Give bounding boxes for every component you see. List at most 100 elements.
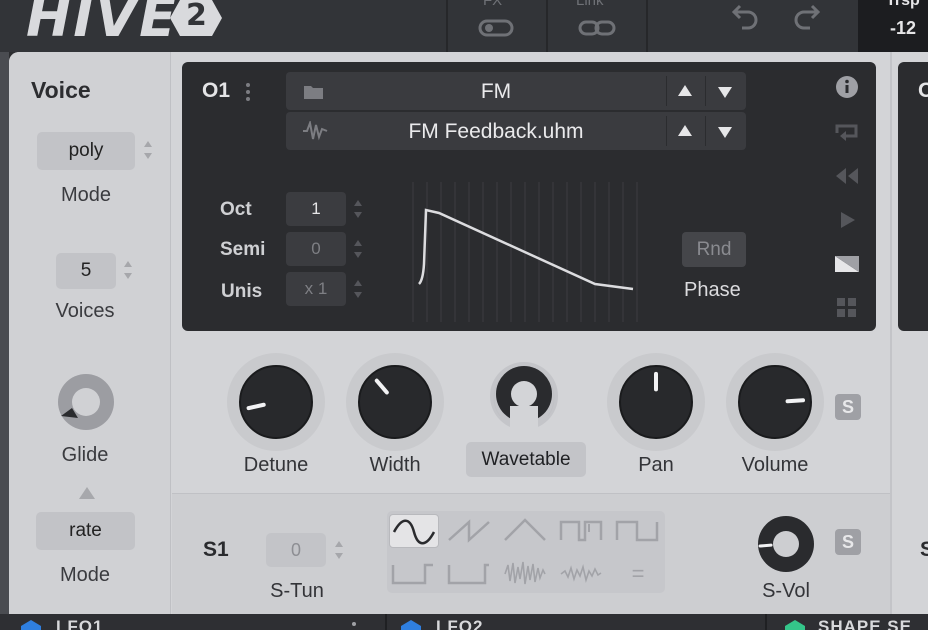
wave-sine-option[interactable] (389, 514, 439, 548)
wavetable-knob[interactable] (488, 360, 560, 432)
unison-field[interactable]: x 1 (286, 272, 346, 306)
octave-field[interactable]: 1 (286, 192, 346, 226)
glide-mode-label: Mode (59, 564, 111, 586)
lfo1-menu-icon[interactable] (350, 620, 358, 630)
fx-toggle-icon[interactable] (478, 18, 514, 38)
tab-shape-seq[interactable]: SHAPE SE (818, 617, 912, 630)
detune-label: Detune (243, 454, 309, 476)
fx-label: FX (483, 0, 503, 9)
hive-logo: HIVE (26, 0, 178, 49)
semitone-spinner-icon[interactable] (353, 238, 363, 262)
waveform-preview (412, 182, 638, 322)
knob-body (358, 365, 432, 439)
oscillator-menu-icon[interactable] (244, 82, 252, 102)
voices-count-field[interactable]: 5 (56, 253, 116, 289)
sub-tune-label: S-Tun (270, 580, 324, 602)
width-knob[interactable] (345, 352, 445, 452)
octave-spinner-icon[interactable] (353, 198, 363, 222)
wave-triangle-option[interactable] (501, 514, 551, 548)
voices-spinner-icon[interactable] (123, 259, 133, 283)
preset-prev-icon[interactable] (677, 124, 693, 138)
rewind-icon[interactable] (834, 166, 860, 186)
voice-title: Voice (31, 77, 91, 103)
wavetable-button[interactable]: Wavetable (466, 442, 586, 477)
folder-icon (304, 86, 323, 99)
category-name[interactable]: FM (326, 80, 666, 104)
wave-pulse-wide-option[interactable] (445, 557, 495, 591)
sine-wave-icon (392, 519, 436, 545)
loop-icon[interactable] (834, 121, 860, 143)
glide-expand-arrow-icon[interactable] (78, 486, 96, 500)
oscillator-solo-button[interactable]: S (835, 394, 861, 420)
divider (705, 116, 706, 146)
wave-pulse-option[interactable] (389, 557, 439, 591)
knob-body (239, 365, 313, 439)
unison-spinner-icon[interactable] (353, 278, 363, 302)
wave-user-option[interactable]: = (613, 557, 663, 591)
toolbar-divider (646, 0, 648, 52)
wave-noise-soft-option[interactable] (557, 557, 607, 591)
toolbar-divider (546, 0, 548, 52)
undo-icon[interactable] (730, 0, 762, 32)
envelope-shape-icon[interactable] (834, 254, 860, 274)
lfo1-hex-icon (21, 620, 41, 630)
wave-pulse-narrow-option[interactable] (557, 514, 607, 548)
divider (705, 76, 706, 106)
wave-noise-option[interactable] (501, 557, 551, 591)
glide-label: Glide (61, 444, 109, 466)
tab-divider (385, 614, 387, 630)
link-icon[interactable] (578, 18, 616, 38)
tab-lfo2[interactable]: LFO2 (436, 617, 483, 630)
volume-label: Volume (741, 454, 809, 476)
preset-name[interactable]: FM Feedback.uhm (326, 120, 666, 144)
transpose-value[interactable]: -12 (890, 18, 916, 39)
divider (666, 116, 667, 146)
sub-volume-knob[interactable] (756, 514, 816, 574)
phase-label[interactable]: Phase (684, 279, 741, 302)
hive-synth-window: HIVE 2 FX Link Trsp -12 Voice poly Mode … (0, 0, 928, 630)
info-icon[interactable] (835, 75, 859, 99)
sub-oscillator-2-title: S (920, 538, 928, 561)
unison-label: Unis (221, 281, 263, 302)
wave-saw-option[interactable] (445, 514, 495, 548)
semitone-field[interactable]: 0 (286, 232, 346, 266)
category-prev-icon[interactable] (677, 84, 693, 98)
play-icon[interactable] (838, 210, 858, 230)
pulse-narrow-wave-icon (559, 520, 603, 542)
knob-center (773, 531, 799, 557)
grid-view-icon[interactable] (836, 297, 858, 319)
volume-knob[interactable] (725, 352, 825, 452)
redo-icon[interactable] (790, 0, 822, 32)
divider (666, 76, 667, 106)
voice-mode-select[interactable]: poly (37, 132, 135, 170)
voice-mode-spinner-icon[interactable] (143, 139, 153, 163)
sub-tune-spinner-icon[interactable] (334, 539, 344, 563)
octave-label: Oct (220, 199, 252, 220)
glide-mode-select[interactable]: rate (36, 512, 135, 550)
shape-seq-hex-icon (785, 620, 805, 630)
lfo2-hex-icon (401, 620, 421, 630)
link-label: Link (576, 0, 604, 9)
oscillator-title: O1 (202, 79, 231, 102)
triangle-wave-icon (504, 518, 546, 541)
oscillator-2-title: O (918, 79, 928, 102)
saw-wave-icon (448, 519, 490, 543)
glide-knob[interactable] (56, 372, 116, 432)
width-label: Width (369, 454, 421, 476)
pulse-wide-wave-icon (447, 563, 489, 585)
voice-mode-label: Mode (60, 184, 112, 206)
tab-lfo1[interactable]: LFO1 (56, 617, 103, 630)
random-phase-button[interactable]: Rnd (682, 232, 746, 267)
toolbar-divider (446, 0, 448, 52)
sub-tune-field[interactable]: 0 (266, 533, 326, 567)
pan-knob[interactable] (606, 352, 706, 452)
pan-label: Pan (638, 454, 674, 476)
category-next-icon[interactable] (717, 85, 733, 99)
soft-noise-wave-icon (560, 564, 602, 583)
preset-next-icon[interactable] (717, 125, 733, 139)
wave-square-option[interactable] (613, 514, 663, 548)
sub-solo-button[interactable]: S (835, 529, 861, 555)
pulse-wave-icon (391, 563, 433, 585)
noise-wave-icon (504, 561, 546, 585)
detune-knob[interactable] (226, 352, 326, 452)
